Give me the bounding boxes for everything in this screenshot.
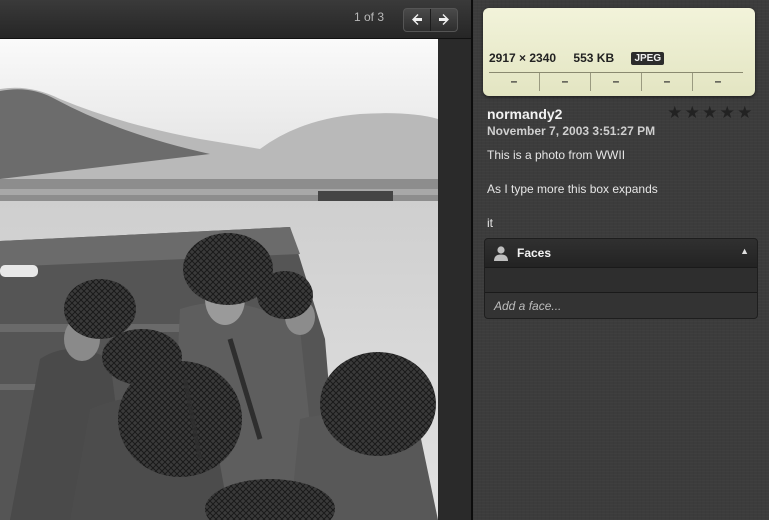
exif-card: 2917 × 2340 553 KB JPEG – – – – – — [483, 8, 755, 96]
star-icon[interactable]: ★ — [719, 103, 737, 123]
exif-cell: – — [641, 73, 692, 91]
file-size: 553 KB — [573, 51, 615, 65]
star-icon[interactable]: ★ — [666, 103, 684, 123]
photo-date: November 7, 2003 3:51:27 PM — [487, 124, 656, 138]
exif-cell: – — [692, 73, 743, 91]
exif-values: – – – – – — [489, 72, 743, 91]
arrow-right-icon — [438, 13, 450, 28]
arrow-left-icon — [411, 13, 423, 28]
star-icon[interactable]: ★ — [684, 103, 702, 123]
info-panel: 2917 × 2340 553 KB JPEG – – – – – norman… — [473, 0, 769, 520]
format-badge: JPEG — [631, 52, 665, 65]
star-icon[interactable]: ★ — [736, 103, 754, 123]
star-icon[interactable]: ★ — [701, 103, 719, 123]
exif-cell: – — [590, 73, 641, 91]
faces-section: Faces ▲ Add a face... — [484, 238, 758, 319]
caption-field[interactable]: This is a photo from WWII As I type more… — [487, 147, 755, 249]
navigation-buttons — [403, 8, 458, 32]
person-icon — [493, 245, 509, 266]
faces-label: Faces — [517, 246, 552, 260]
toolbar: 1 of 3 — [0, 0, 471, 39]
caption-line: it — [487, 216, 493, 230]
exif-cell: – — [510, 74, 518, 88]
page-counter: 1 of 3 — [353, 10, 385, 24]
star-rating: ★ ★ ★ ★ ★ — [666, 103, 754, 123]
previous-button[interactable] — [404, 9, 430, 31]
caption-line: As I type more this box expands — [487, 182, 658, 196]
collapse-triangle-icon[interactable]: ▲ — [740, 246, 749, 256]
next-button[interactable] — [430, 9, 457, 31]
faces-list — [485, 268, 757, 293]
exif-cell: – — [539, 73, 590, 91]
file-info: 2917 × 2340 553 KB JPEG — [489, 51, 678, 65]
image-dimensions: 2917 × 2340 — [489, 51, 557, 65]
add-face-field[interactable]: Add a face... — [485, 293, 757, 318]
faces-header[interactable]: Faces ▲ — [485, 239, 757, 268]
caption-line: This is a photo from WWII — [487, 148, 626, 162]
photo[interactable] — [0, 39, 438, 520]
photo-viewer — [0, 39, 471, 520]
photo-image — [0, 39, 438, 520]
photo-title[interactable]: normandy2 — [487, 106, 562, 122]
